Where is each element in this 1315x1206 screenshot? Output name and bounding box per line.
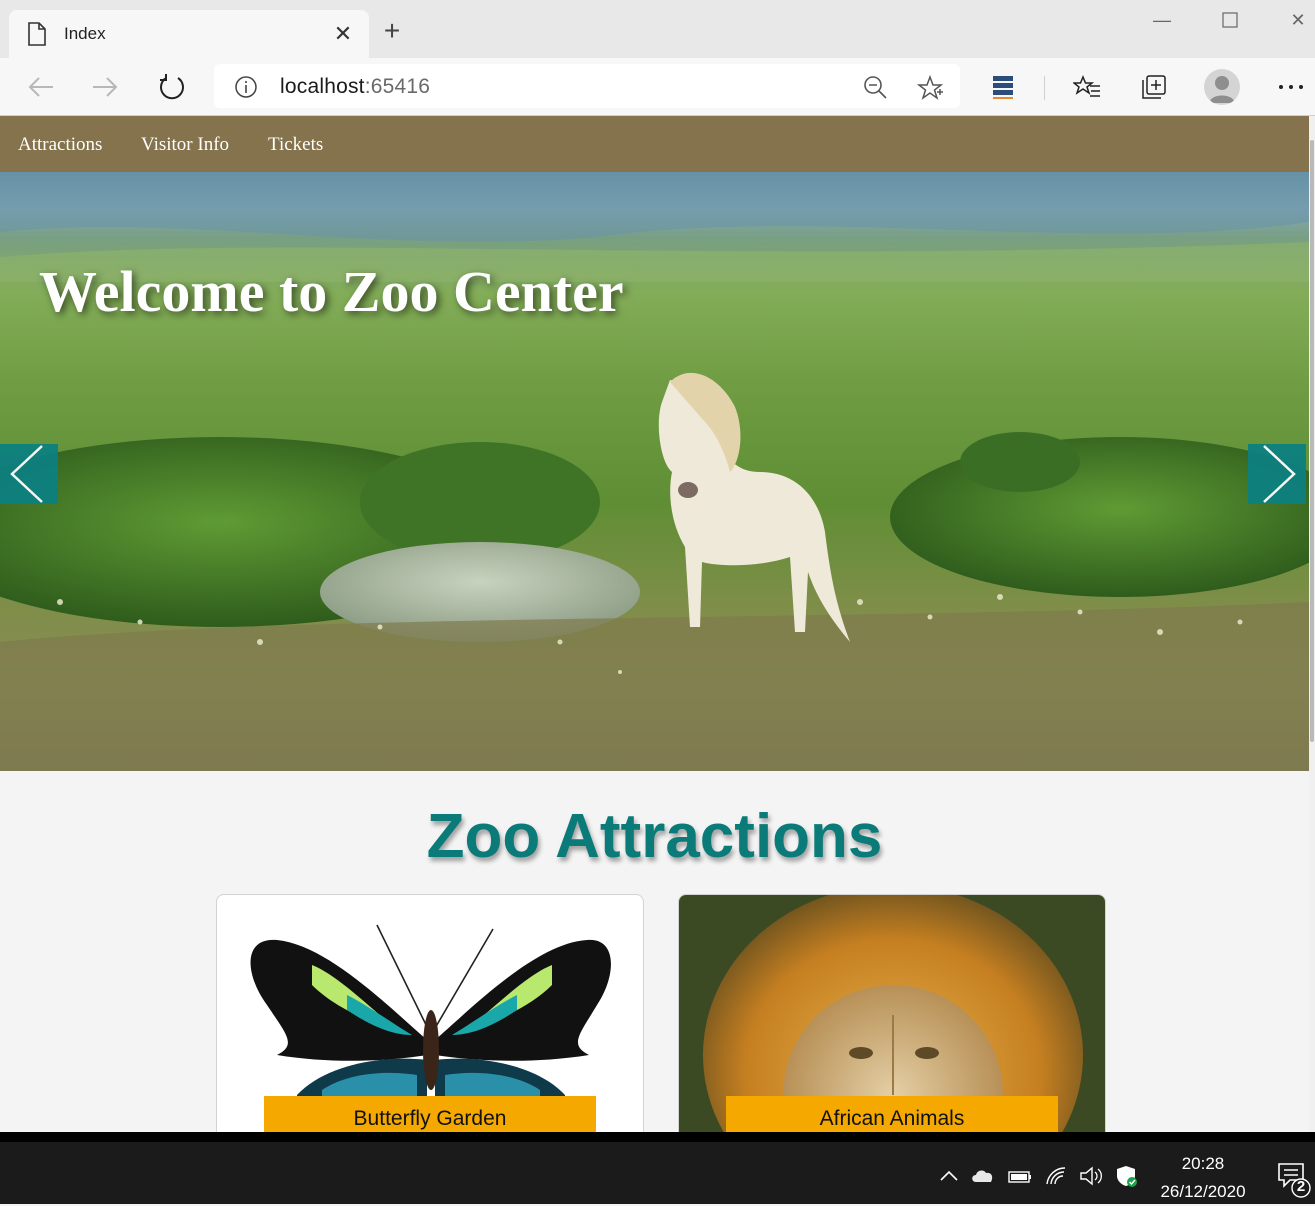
address-host: localhost [280,75,365,98]
card-label-african: African Animals [726,1096,1058,1132]
browser-tab[interactable]: Index ✕ [9,10,369,58]
tab-title: Index [64,24,106,43]
chevron-right-icon [1263,445,1296,503]
volume-icon[interactable] [1078,1164,1104,1188]
minimize-icon[interactable]: — [1146,8,1178,32]
star-icon[interactable] [916,74,944,102]
card-label-butterfly: Butterfly Garden [264,1096,596,1132]
carousel-prev-button[interactable] [0,444,58,504]
clock-date: 26/12/2020 [1160,1182,1246,1201]
cloud-icon[interactable] [970,1164,996,1188]
page-icon [28,22,46,46]
collections-icon[interactable] [1135,68,1173,106]
chevron-left-icon [10,445,43,503]
horse-illustration [658,372,850,642]
hero-carousel: Welcome to Zoo Center [0,172,1309,771]
maximize-icon[interactable] [1214,8,1246,32]
info-icon[interactable] [234,75,258,99]
browser-toolbar: localhost:65416 [0,58,1315,116]
tab-strip: Index ✕ + — ✕ [0,0,1315,58]
back-icon[interactable] [22,68,60,106]
notification-count: 2 [1296,1178,1306,1195]
browser-chrome: Index ✕ + — ✕ localhost:65416 [0,0,1315,116]
plus-icon[interactable]: + [378,17,406,46]
forward-icon[interactable] [86,68,124,106]
attraction-card-african[interactable]: African Animals [678,894,1106,1132]
system-clock[interactable]: 20:28 26/12/2020 [1150,1150,1256,1206]
web-page: Attractions Visitor Info Tickets Welcome… [0,116,1309,1132]
nav-attractions[interactable]: Attractions [18,134,102,156]
hero-title: Welcome to Zoo Center [39,259,624,324]
shield-icon[interactable] [1114,1164,1140,1188]
chevron-up-icon[interactable] [936,1164,962,1188]
nav-tickets[interactable]: Tickets [268,134,323,156]
more-icon[interactable] [1272,68,1310,106]
battery-icon[interactable] [1007,1164,1033,1188]
clock-time: 20:28 [1181,1154,1225,1173]
database-icon[interactable] [984,68,1022,106]
nav-visitor-info[interactable]: Visitor Info [141,134,229,156]
address-text[interactable]: localhost:65416 [280,75,430,99]
profile-icon[interactable] [1204,69,1240,105]
wifi-icon[interactable] [1044,1164,1070,1188]
refresh-icon[interactable] [153,68,191,106]
scrollbar-thumb[interactable] [1310,140,1314,742]
address-bar[interactable]: localhost:65416 [214,64,960,108]
taskbar: 20:28 26/12/2020 2 [0,1132,1315,1204]
carousel-next-button[interactable] [1248,444,1306,504]
close-window-icon[interactable]: ✕ [1282,8,1314,32]
section-title: Zoo Attractions [426,802,883,871]
notification-icon[interactable]: 2 [1276,1160,1312,1200]
zoom-icon[interactable] [862,74,888,100]
attraction-card-butterfly[interactable]: Butterfly Garden [216,894,644,1132]
address-port: :65416 [364,75,431,98]
toolbar-divider [1044,76,1045,100]
favorites-icon[interactable] [1068,68,1106,106]
site-nav: Attractions Visitor Info Tickets [0,116,1309,172]
close-icon[interactable]: ✕ [331,22,355,46]
